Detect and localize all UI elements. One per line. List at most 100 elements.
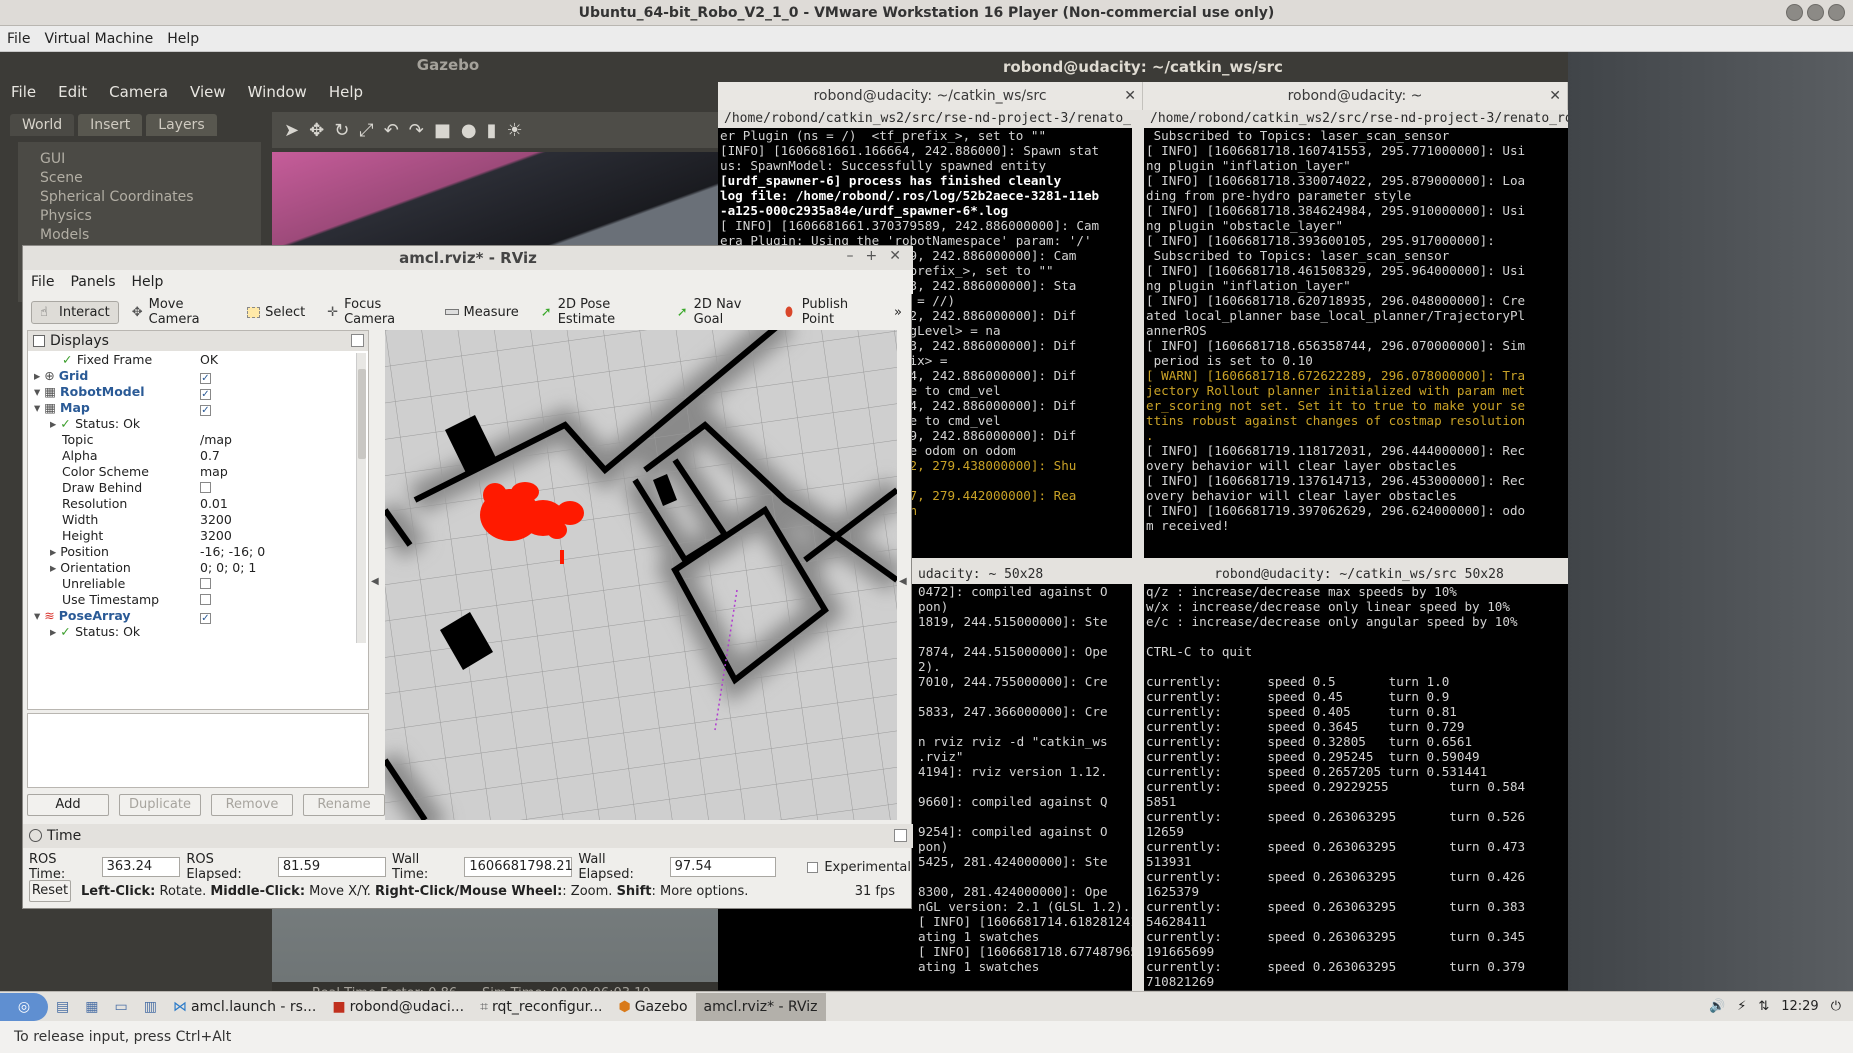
minimize-icon[interactable] (1786, 4, 1803, 21)
duplicate-button[interactable]: Duplicate (119, 794, 201, 816)
display-value[interactable]: 0.01 (200, 496, 228, 511)
tool-publish-point[interactable]: ⬮ Publish Point (776, 293, 881, 331)
tool-interact[interactable]: ☝ Interact (31, 300, 119, 324)
taskbar-item-rviz[interactable]: amcl.rviz* - RViz (695, 992, 826, 1021)
display-row[interactable]: ▸ Position -16; -16; 0 (28, 544, 352, 560)
terminal-pane-top-right[interactable]: /home/robond/catkin_ws2/src/rse-nd-proje… (1144, 110, 1568, 558)
gazebo-menu-edit[interactable]: Edit (47, 83, 98, 101)
taskbar-item-amcl-launch[interactable]: ⋈ amcl.launch - rs... (165, 993, 324, 1021)
world-item-physics[interactable]: Physics (40, 207, 261, 226)
display-row[interactable]: ▾ ▦ Map ✓ (28, 400, 352, 416)
scale-mode-icon[interactable]: ⤢ (359, 120, 373, 141)
clock[interactable]: 12:29 (1781, 999, 1818, 1014)
wall-elapsed-field[interactable]: 97.54 (669, 857, 776, 877)
rotate-mode-icon[interactable]: ↻ (334, 120, 349, 141)
taskbar-item-rqt[interactable]: ⌗ rqt_reconfigur... (472, 993, 610, 1021)
display-row[interactable]: ▾ ≋ PoseArray ✓ (28, 608, 352, 624)
expand-arrow-icon[interactable]: ▾ (34, 608, 44, 623)
experimental-checkbox[interactable] (807, 861, 819, 873)
toolbar-overflow[interactable]: » (885, 301, 911, 324)
expand-arrow-icon[interactable]: ▸ (50, 560, 60, 575)
display-checkbox[interactable] (200, 594, 211, 605)
undo-icon[interactable]: ↶ (384, 120, 399, 141)
start-menu-button[interactable]: ◎ (0, 992, 48, 1021)
minimize-icon[interactable]: – (847, 248, 854, 264)
display-row[interactable]: Draw Behind (28, 480, 352, 496)
taskbar-item-gazebo[interactable]: ⬢ Gazebo (610, 993, 695, 1021)
ros-elapsed-field[interactable]: 81.59 (277, 857, 387, 877)
gazebo-menu-help[interactable]: Help (318, 83, 374, 101)
rviz-menu-help[interactable]: Help (124, 274, 172, 290)
close-tab-icon[interactable]: ✕ (1549, 82, 1561, 110)
reset-button[interactable]: Reset (29, 880, 71, 902)
vmware-menu-help[interactable]: Help (160, 31, 206, 47)
expand-arrow-icon[interactable]: ▾ (34, 384, 44, 399)
display-row[interactable]: Resolution 0.01 (28, 496, 352, 512)
displays-scrollbar[interactable] (356, 353, 366, 643)
world-item-spherical-coordinates[interactable]: Spherical Coordinates (40, 188, 261, 207)
pane-splitter-vertical[interactable] (1132, 110, 1144, 991)
tool-focus-camera[interactable]: ✛ Focus Camera (318, 293, 431, 331)
redo-icon[interactable]: ↷ (409, 120, 424, 141)
tool-move-camera[interactable]: ✥ Move Camera (123, 293, 234, 331)
expand-arrow-icon[interactable]: ▸ (34, 368, 44, 383)
display-row[interactable]: Alpha 0.7 (28, 448, 352, 464)
display-row[interactable]: ▸ Orientation 0; 0; 0; 1 (28, 560, 352, 576)
world-item-scene[interactable]: Scene (40, 169, 261, 188)
battery-icon[interactable]: ⚡ (1737, 999, 1746, 1014)
sphere-shape-icon[interactable]: ● (461, 120, 477, 141)
display-checkbox[interactable]: ✓ (200, 405, 211, 416)
display-row[interactable]: ▸ ✓ Status: Ok (28, 624, 352, 640)
display-checkbox[interactable]: ✓ (200, 373, 211, 384)
close-icon[interactable] (1828, 4, 1845, 21)
display-row[interactable]: Height 3200 (28, 528, 352, 544)
cylinder-shape-icon[interactable]: ▮ (487, 120, 497, 141)
display-checkbox[interactable]: ✓ (200, 389, 211, 400)
display-value[interactable]: 0.7 (200, 448, 220, 463)
world-item-models[interactable]: Models (40, 226, 261, 245)
window-list-launcher[interactable]: ▭ (106, 993, 135, 1021)
remove-button[interactable]: Remove (211, 794, 293, 816)
display-row[interactable]: Color Scheme map (28, 464, 352, 480)
display-value[interactable]: -16; -16; 0 (200, 544, 265, 559)
control-panel-launcher[interactable]: ▦ (77, 993, 106, 1021)
file-manager-launcher[interactable]: ▤ (48, 993, 77, 1021)
translate-mode-icon[interactable]: ✥ (309, 120, 324, 141)
tool-select[interactable]: Select (238, 301, 314, 324)
tool-2d-pose-estimate[interactable]: ➚ 2D Pose Estimate (532, 293, 664, 331)
ros-time-field[interactable]: 363.24 (101, 857, 181, 877)
gazebo-menu-view[interactable]: View (179, 83, 237, 101)
close-tab-icon[interactable]: ✕ (1124, 82, 1136, 110)
display-value[interactable]: /map (200, 432, 232, 447)
workspace-switcher[interactable]: ▥ (136, 993, 165, 1021)
scrollbar-thumb[interactable] (358, 369, 366, 459)
taskbar-item-terminal[interactable]: ■ robond@udaci... (324, 993, 472, 1021)
network-icon[interactable]: ⇅ (1758, 999, 1769, 1014)
gazebo-menu-window[interactable]: Window (237, 83, 318, 101)
close-icon[interactable]: ✕ (889, 248, 901, 264)
gazebo-menu-file[interactable]: File (0, 83, 47, 101)
rviz-3d-view[interactable] (385, 330, 897, 820)
world-item-gui[interactable]: GUI (40, 150, 261, 169)
display-value[interactable]: /particlecloud (200, 640, 285, 641)
vmware-menu-virtual-machine[interactable]: Virtual Machine (37, 31, 160, 47)
display-row[interactable]: Unreliable (28, 576, 352, 592)
display-row[interactable]: ▸ ⊕ Grid ✓ (28, 368, 352, 384)
expand-arrow-icon[interactable]: ▾ (34, 400, 44, 415)
rename-button[interactable]: Rename (303, 794, 385, 816)
display-row[interactable]: Use Timestamp (28, 592, 352, 608)
display-value[interactable]: map (200, 464, 228, 479)
add-button[interactable]: Add (27, 794, 109, 816)
display-value[interactable]: OK (200, 352, 218, 367)
box-shape-icon[interactable]: ■ (434, 120, 451, 141)
tab-layers[interactable]: Layers (146, 114, 217, 136)
tab-world[interactable]: World (10, 114, 75, 136)
display-row[interactable]: Topic/particlecloud (28, 640, 352, 641)
rviz-menu-file[interactable]: File (23, 274, 62, 290)
gazebo-menu-camera[interactable]: Camera (98, 83, 179, 101)
tab-insert[interactable]: Insert (78, 114, 143, 136)
display-checkbox[interactable]: ✓ (200, 613, 211, 624)
terminal-tab-2[interactable]: robond@udacity: ~ ✕ (1143, 82, 1568, 110)
power-icon[interactable]: ⏻ (1831, 999, 1841, 1014)
wall-time-field[interactable]: 1606681798.21 (464, 857, 573, 877)
